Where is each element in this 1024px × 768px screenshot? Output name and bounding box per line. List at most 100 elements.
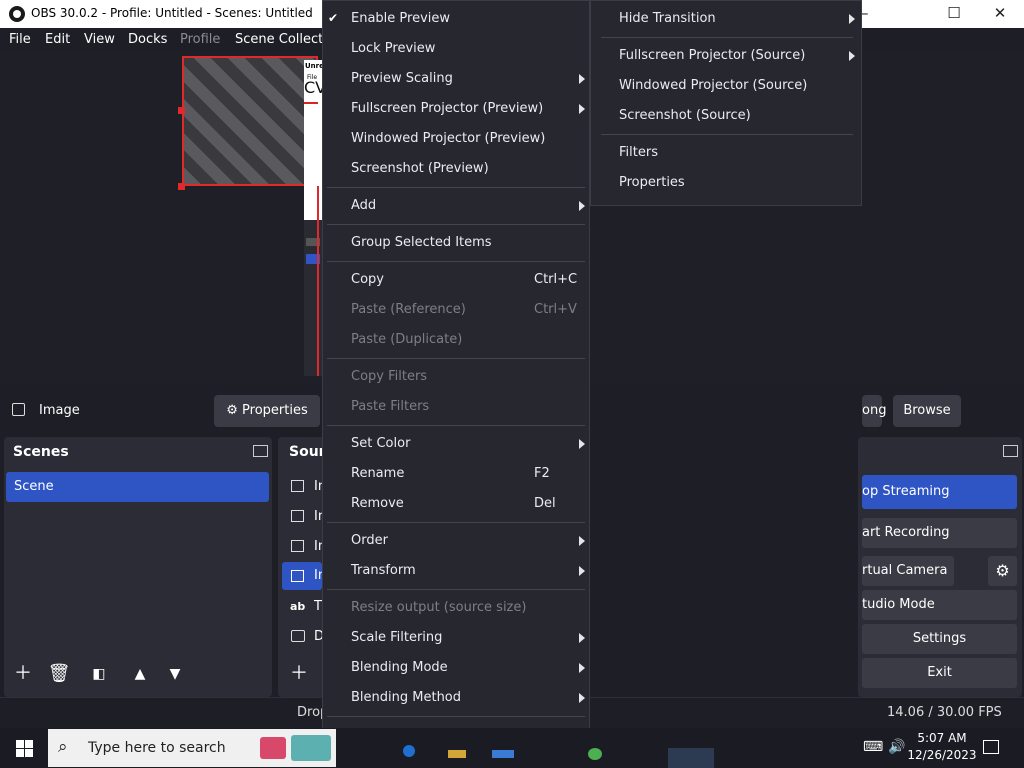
virtual-camera-label: rtual Camera [862, 563, 948, 578]
dock-float-icon[interactable] [1003, 445, 1018, 457]
start-recording-button[interactable]: art Recording [862, 518, 1017, 548]
menu-item-transform[interactable]: Transform [323, 556, 589, 586]
submenu-arrow-icon [579, 104, 585, 114]
source-item-label[interactable]: T [314, 599, 322, 614]
menu-separator [327, 224, 585, 225]
remove-scene-trash-icon[interactable]: 🗑 [44, 661, 74, 687]
gear-icon: ⚙ [226, 403, 238, 418]
menu-edit[interactable]: Edit [45, 32, 70, 47]
menu-separator [327, 358, 585, 359]
menu-item-group-selected-items[interactable]: Group Selected Items [323, 228, 589, 258]
menu-item-enable-preview[interactable]: Enable Preview [323, 4, 589, 34]
menu-item-fullscreen-projector-preview[interactable]: Fullscreen Projector (Preview) [323, 94, 589, 124]
move-down-icon[interactable]: ▼ [160, 661, 190, 687]
image-icon [291, 570, 304, 582]
windows-start-icon[interactable] [16, 740, 33, 757]
nested-preview-lower [304, 220, 322, 376]
menu-file[interactable]: File [9, 32, 31, 47]
resize-handle[interactable] [178, 183, 185, 190]
network-icon[interactable]: ⌨ [863, 739, 883, 755]
menu-separator [601, 37, 853, 38]
menu-item-resize-output: Resize output (source size) [351, 600, 527, 615]
virtual-camera-settings-gear-icon[interactable]: ⚙ [988, 556, 1017, 586]
scene-filters-icon[interactable]: ◧ [84, 661, 114, 687]
selected-source-name: Image [39, 403, 80, 418]
submenu-arrow-icon [579, 693, 585, 703]
menu-item-screenshot-source[interactable]: Screenshot (Source) [591, 101, 861, 131]
image-icon [291, 480, 304, 492]
maximize-button[interactable]: ☐ [931, 0, 977, 28]
studio-mode-label: tudio Mode [862, 597, 935, 612]
settings-button[interactable]: Settings [862, 624, 1017, 654]
menu-separator [327, 716, 585, 717]
menu-docks[interactable]: Docks [128, 32, 167, 47]
menu-item-preview-scaling[interactable]: Preview Scaling [323, 64, 589, 94]
image-icon [12, 403, 25, 416]
chrome-icon[interactable] [588, 748, 602, 760]
menu-separator [327, 589, 585, 590]
menu-item-filters[interactable]: Filters [591, 138, 861, 168]
scene-list-item[interactable]: Scene [6, 472, 269, 502]
menu-item-windowed-projector-source[interactable]: Windowed Projector (Source) [591, 71, 861, 101]
menu-item-properties[interactable]: Properties [591, 168, 861, 198]
partial-button[interactable]: ong [862, 395, 886, 427]
shortcut-paste: Ctrl+V [534, 302, 577, 317]
taskbar-app-icon[interactable] [492, 750, 514, 758]
menu-item-set-color[interactable]: Set Color [323, 429, 589, 459]
volume-icon[interactable]: 🔊 [888, 739, 905, 755]
image-source-preview[interactable] [182, 56, 318, 186]
submenu-arrow-icon [849, 14, 855, 24]
menu-item-blending-mode[interactable]: Blending Mode [323, 653, 589, 683]
menu-item-copy-filters: Copy Filters [351, 369, 428, 384]
source-item-selected[interactable]: In [282, 562, 326, 590]
studio-mode-button[interactable]: tudio Mode [862, 590, 1017, 620]
taskbar-folder-icon[interactable] [448, 750, 466, 758]
menu-separator [327, 261, 585, 262]
partial-button-label: ong [862, 403, 887, 418]
fps-readout: 14.06 / 30.00 FPS [887, 705, 1002, 720]
move-up-icon[interactable]: ▲ [125, 661, 155, 687]
menu-item-windowed-projector-preview[interactable]: Windowed Projector (Preview) [323, 124, 589, 154]
menu-view[interactable]: View [84, 32, 115, 47]
scene-label: Scene [14, 479, 54, 494]
clock-time[interactable]: 5:07 AM [912, 731, 972, 745]
submenu-arrow-icon [579, 201, 585, 211]
stop-streaming-button[interactable]: op Streaming [862, 475, 1017, 509]
shortcut-copy: Ctrl+C [534, 272, 578, 287]
menu-profile[interactable]: Profile [180, 32, 220, 47]
stop-streaming-label: op Streaming [862, 484, 950, 499]
close-button[interactable]: ✕ [977, 0, 1023, 28]
dock-float-icon[interactable] [253, 445, 268, 457]
virtual-camera-button[interactable]: rtual Camera [862, 556, 954, 586]
context-submenu: Hide Transition Fullscreen Projector (So… [590, 0, 862, 206]
resize-handle[interactable] [178, 107, 185, 114]
taskbar-app-icon[interactable] [403, 745, 415, 757]
menu-item-blending-method[interactable]: Blending Method [323, 683, 589, 713]
add-scene-button[interactable]: ＋ [8, 661, 38, 687]
submenu-arrow-icon [849, 51, 855, 61]
window-title: OBS 30.0.2 - Profile: Untitled - Scenes:… [31, 6, 313, 20]
image-icon [291, 510, 304, 522]
menu-item-screenshot-preview[interactable]: Screenshot (Preview) [323, 154, 589, 184]
shortcut-rename: F2 [534, 466, 550, 481]
taskbar-obs-active[interactable] [668, 748, 714, 768]
menu-scene-collection[interactable]: Scene Collectio [235, 32, 335, 47]
add-source-button[interactable]: ＋ [284, 661, 314, 687]
menu-item-order[interactable]: Order [323, 526, 589, 556]
thumb-red-text [304, 102, 318, 104]
menu-item-lock-preview[interactable]: Lock Preview [323, 34, 589, 64]
clock-date[interactable]: 12/26/2023 [906, 748, 978, 762]
notification-icon[interactable] [983, 740, 999, 754]
properties-button[interactable]: ⚙ Properties [214, 395, 320, 427]
menu-item-add[interactable]: Add [323, 191, 589, 221]
menu-separator [327, 425, 585, 426]
menu-separator [327, 522, 585, 523]
shortcut-remove: Del [534, 496, 556, 511]
menu-item-scale-filtering[interactable]: Scale Filtering [323, 623, 589, 653]
taskbar-search-box[interactable]: ⌕ Type here to search [48, 729, 336, 767]
menu-item-fullscreen-projector-source[interactable]: Fullscreen Projector (Source) [591, 41, 861, 71]
exit-button[interactable]: Exit [862, 658, 1017, 688]
menu-item-hide-transition[interactable]: Hide Transition [591, 4, 861, 34]
browse-button[interactable]: Browse [893, 395, 961, 427]
search-icon: ⌕ [58, 737, 68, 757]
